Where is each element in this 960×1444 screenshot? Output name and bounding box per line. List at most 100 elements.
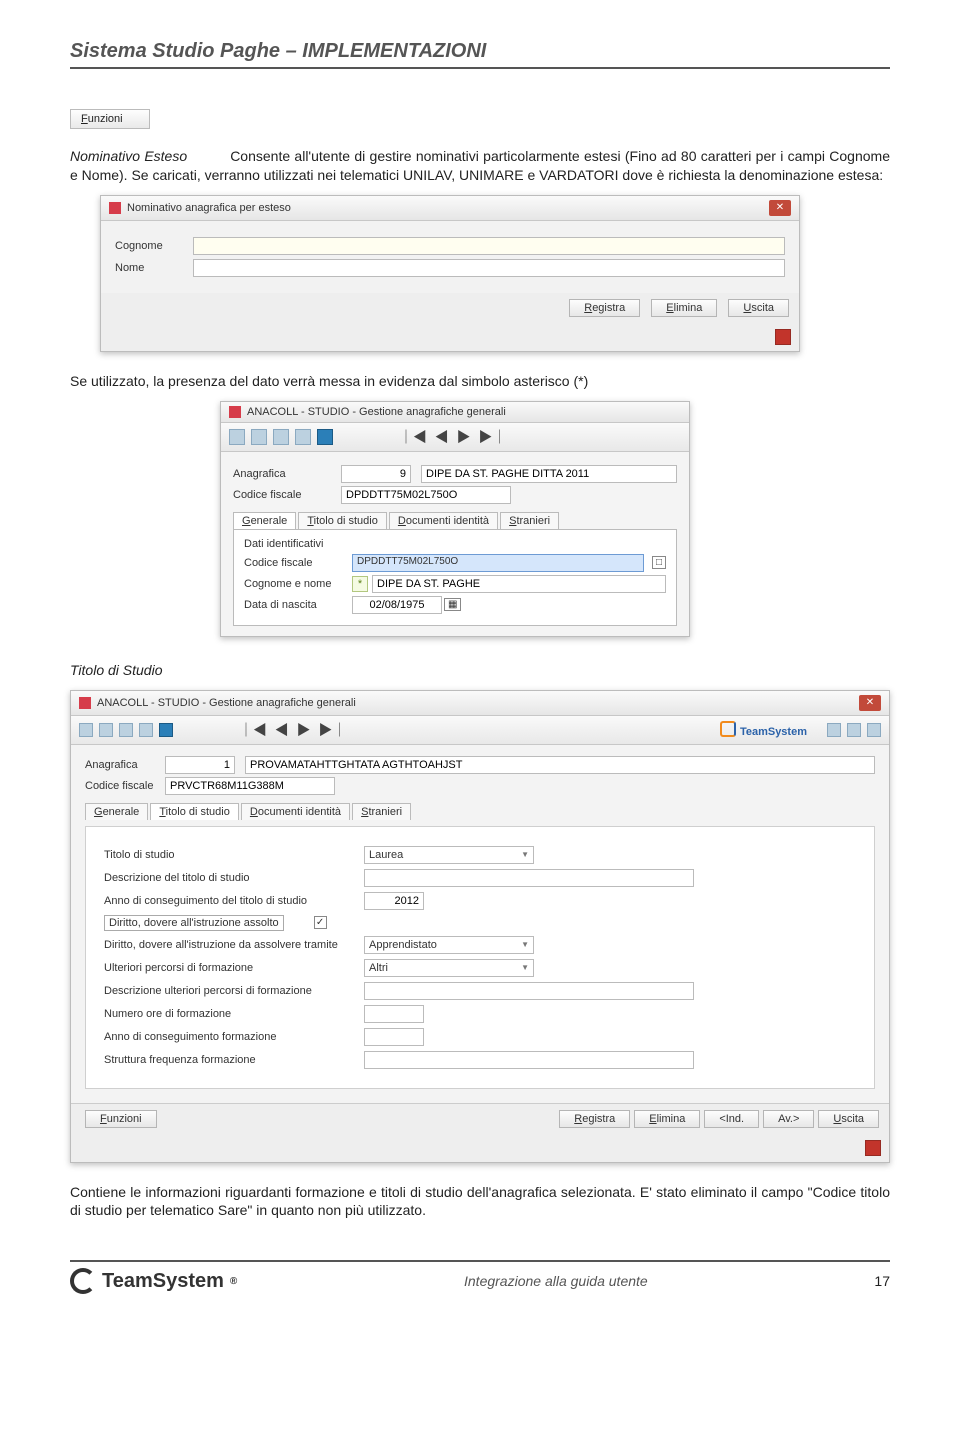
registra-button[interactable]: Registra: [569, 299, 640, 317]
toolbar-icon[interactable]: [251, 429, 267, 445]
close-icon[interactable]: ✕: [769, 200, 791, 216]
nav-controls[interactable]: ｜◀ ◀ ▶ ▶｜: [399, 427, 506, 447]
window-anacoll-preview: ANACOLL - STUDIO - Gestione anagrafiche …: [220, 401, 690, 637]
numero-ore-label: Numero ore di formazione: [104, 1008, 364, 1020]
descrizione-titolo-input[interactable]: [364, 869, 694, 887]
toolbar-icon[interactable]: [827, 723, 841, 737]
teamsystem-footer-logo: TeamSystem®: [70, 1268, 237, 1294]
uscita-button[interactable]: Uscita: [818, 1110, 879, 1128]
error-indicator-icon: [865, 1140, 881, 1156]
section-heading-titolo-di-studio: Titolo di Studio: [70, 661, 890, 680]
anagrafica-desc-input[interactable]: [245, 756, 875, 774]
teamsystem-logo: TeamSystem: [720, 721, 807, 738]
ind-button[interactable]: <Ind.: [704, 1110, 759, 1128]
anno-formazione-input[interactable]: [364, 1028, 424, 1046]
tab-documenti[interactable]: Documenti identità: [389, 512, 498, 529]
tab-titolo-studio[interactable]: Titolo di studio: [298, 512, 387, 529]
cf2-input[interactable]: DPDDTT75M02L750O: [352, 554, 644, 572]
toolbar-icon[interactable]: [79, 723, 93, 737]
cf-label: Codice fiscale: [85, 780, 165, 792]
toolbar-icon[interactable]: [295, 429, 311, 445]
elimina-button[interactable]: Elimina: [634, 1110, 700, 1128]
toolbar-icon[interactable]: [847, 723, 861, 737]
diritto-tramite-label: Diritto, dovere all'istruzione da assolv…: [104, 939, 364, 951]
anno-conseguimento-input[interactable]: [364, 892, 424, 910]
cognome-label: Cognome: [115, 240, 193, 252]
descrizione-titolo-label: Descrizione del titolo di studio: [104, 872, 364, 884]
toolbar-icon[interactable]: [273, 429, 289, 445]
paragraph-titolo-description: Contiene le informazioni riguardanti for…: [70, 1183, 890, 1221]
window-title: ANACOLL - STUDIO - Gestione anagrafiche …: [97, 697, 356, 709]
av-button[interactable]: Av.>: [763, 1110, 814, 1128]
cf2-label: Codice fiscale: [244, 557, 352, 569]
footer-center-text: Integrazione alla guida utente: [237, 1273, 874, 1289]
elimina-button[interactable]: Elimina: [651, 299, 717, 317]
anno-conseguimento-label: Anno di conseguimento del titolo di stud…: [104, 895, 364, 907]
tab-generale[interactable]: Generale: [233, 512, 296, 529]
paragraph-nominativo: Nominativo Esteso Consente all'utente di…: [70, 147, 890, 185]
toolbar-icon[interactable]: [99, 723, 113, 737]
funzioni-button[interactable]: Funzioni: [85, 1110, 157, 1128]
anagrafica-label: Anagrafica: [85, 759, 165, 771]
doc-header: Sistema Studio Paghe – IMPLEMENTAZIONI: [70, 40, 890, 69]
anno-formazione-label: Anno di conseguimento formazione: [104, 1031, 364, 1043]
paragraph-asterisk: Se utilizzato, la presenza del dato verr…: [70, 372, 890, 391]
help-icon[interactable]: [317, 429, 333, 445]
diritto-assolto-label: Diritto, dovere all'istruzione assolto: [104, 915, 284, 931]
uscita-button[interactable]: Uscita: [728, 299, 789, 317]
titlebar: Nominativo anagrafica per esteso ✕: [101, 196, 799, 221]
inline-icon[interactable]: □: [652, 556, 666, 569]
data-nascita-label: Data di nascita: [244, 599, 352, 611]
numero-ore-input[interactable]: [364, 1005, 424, 1023]
struttura-formazione-input[interactable]: [364, 1051, 694, 1069]
titolo-studio-label: Titolo di studio: [104, 849, 364, 861]
window-title: ANACOLL - STUDIO - Gestione anagrafiche …: [247, 406, 506, 418]
cognome-nome-input[interactable]: [372, 575, 666, 593]
close-icon[interactable]: ✕: [859, 695, 881, 711]
app-icon: [229, 406, 241, 418]
tab-titolo-studio[interactable]: Titolo di studio: [150, 803, 239, 820]
anagrafica-id-input[interactable]: [341, 465, 411, 483]
app-icon: [109, 202, 121, 214]
anagrafica-id-input[interactable]: [165, 756, 235, 774]
cognome-input[interactable]: [193, 237, 785, 255]
cf-input[interactable]: [341, 486, 511, 504]
registra-button[interactable]: Registra: [559, 1110, 630, 1128]
cognome-nome-label: Cognome e nome: [244, 578, 352, 590]
funzioni-button[interactable]: FFunzioniunzioni: [70, 109, 150, 129]
tab-stranieri[interactable]: Stranieri: [352, 803, 411, 820]
struttura-formazione-label: Struttura frequenza formazione: [104, 1054, 364, 1066]
cf-input[interactable]: [165, 777, 335, 795]
diritto-tramite-select[interactable]: Apprendistato: [364, 936, 534, 954]
tab-documenti[interactable]: Documenti identità: [241, 803, 350, 820]
group-title: Dati identificativi: [244, 538, 666, 550]
nome-input[interactable]: [193, 259, 785, 277]
tab-generale[interactable]: Generale: [85, 803, 148, 820]
cf-label: Codice fiscale: [233, 489, 341, 501]
tab-stranieri[interactable]: Stranieri: [500, 512, 559, 529]
toolbar-icon[interactable]: [867, 723, 881, 737]
titolo-studio-select[interactable]: Laurea: [364, 846, 534, 864]
anagrafica-label: Anagrafica: [233, 468, 341, 480]
ulteriori-percorsi-select[interactable]: Altri: [364, 959, 534, 977]
window-anacoll-titolo: ANACOLL - STUDIO - Gestione anagrafiche …: [70, 690, 890, 1163]
term-nominativo-esteso: Nominativo Esteso: [70, 148, 187, 164]
page-number: 17: [874, 1273, 890, 1289]
toolbar: ｜◀ ◀ ▶ ▶｜: [221, 423, 689, 452]
diritto-assolto-checkbox[interactable]: [314, 916, 327, 929]
help-icon[interactable]: [159, 723, 173, 737]
window-title: Nominativo anagrafica per esteso: [127, 202, 291, 214]
dialog-nominativo-esteso: Nominativo anagrafica per esteso ✕ Cogno…: [100, 195, 800, 352]
data-nascita-input[interactable]: [352, 596, 442, 614]
anagrafica-desc-input[interactable]: [421, 465, 677, 483]
error-indicator-icon: [775, 329, 791, 345]
asterisk-indicator: *: [352, 576, 368, 592]
toolbar-icon[interactable]: [229, 429, 245, 445]
date-picker-icon[interactable]: ▦: [444, 598, 461, 611]
descrizione-ulteriori-label: Descrizione ulteriori percorsi di formaz…: [104, 985, 364, 997]
toolbar-icon[interactable]: [139, 723, 153, 737]
descrizione-ulteriori-input[interactable]: [364, 982, 694, 1000]
nome-label: Nome: [115, 262, 193, 274]
ulteriori-percorsi-label: Ulteriori percorsi di formazione: [104, 962, 364, 974]
toolbar-icon[interactable]: [119, 723, 133, 737]
